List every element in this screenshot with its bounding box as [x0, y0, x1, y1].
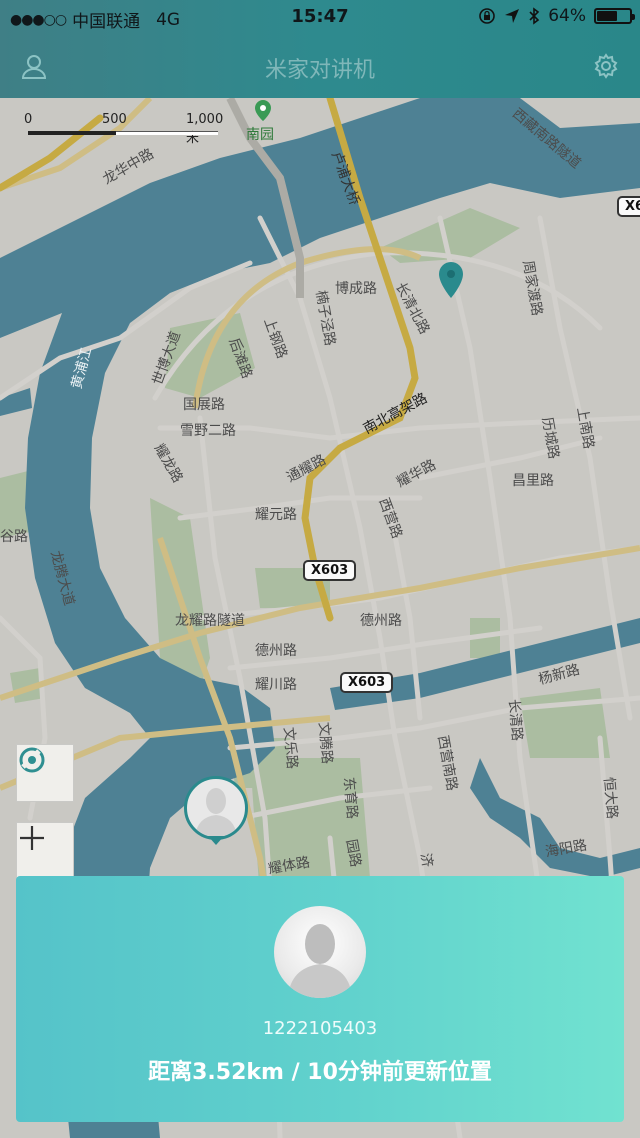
label-dongyu-lu: 东育路: [340, 776, 360, 820]
park-pin-icon: [255, 100, 271, 121]
label-longyao-suidao: 龙耀路隧道: [175, 613, 245, 629]
locate-icon: [19, 747, 45, 773]
avatar-placeholder-icon: [288, 924, 352, 998]
scale-end: 1,000 米: [186, 112, 224, 146]
distance-status: 距离3.52km / 10分钟前更新位置: [148, 1060, 492, 1085]
label-dezhou-lu-east: 德州路: [360, 613, 402, 629]
label-changqing-lu: 长清路: [505, 698, 525, 742]
label-nanyuan: 南园: [246, 127, 274, 143]
battery-icon: [594, 8, 635, 24]
label-guozhan-lu: 国展路: [183, 397, 225, 413]
route-shield: X6: [617, 196, 640, 217]
member-info-card[interactable]: 1222105403 距离3.52km / 10分钟前更新位置: [16, 876, 624, 1122]
marker-pointer: [208, 836, 224, 845]
avatar: [274, 906, 366, 998]
label-yaoyuan-lu: 耀元路: [255, 507, 297, 523]
label-wenteng-lu: 文腾路: [315, 721, 335, 765]
label-gu-lu: 谷路: [0, 529, 28, 545]
gear-icon: [594, 53, 618, 79]
user-location-marker[interactable]: [184, 776, 248, 840]
member-phone: 1222105403: [262, 1018, 378, 1039]
plus-icon: [20, 826, 44, 850]
bluetooth-icon: [529, 7, 540, 25]
rotation-lock-icon: [479, 8, 496, 24]
label-bocheng-lu: 博成路: [335, 281, 377, 297]
label-yaochuan-lu: 耀川路: [255, 677, 297, 693]
label-hengda-lu: 恒大路: [600, 776, 620, 820]
avatar-placeholder-icon: [195, 788, 237, 837]
status-bar: ●●●○○ 中国联通 4G 15:47 64%: [0, 0, 640, 34]
scale-zero: 0: [24, 112, 33, 127]
label-changli-lu: 昌里路: [512, 473, 554, 489]
nav-bar: 米家对讲机: [0, 34, 640, 98]
label-xueye-erlu: 雪野二路: [180, 423, 236, 439]
route-shield: X603: [340, 672, 394, 693]
battery-percent: 64%: [548, 6, 586, 26]
label-wenle-lu: 文乐路: [280, 726, 300, 770]
settings-button[interactable]: [592, 52, 620, 80]
route-shield: X603: [303, 560, 357, 581]
page-title: 米家对讲机: [264, 58, 375, 83]
label-dezhou-lu-west: 德州路: [255, 643, 297, 659]
scale-mid: 500: [102, 112, 127, 127]
location-arrow-icon: [505, 9, 520, 23]
zoom-in-button[interactable]: [16, 822, 74, 880]
location-pin-icon[interactable]: [438, 262, 464, 300]
locate-button[interactable]: [16, 744, 74, 802]
top-bar: ●●●○○ 中国联通 4G 15:47 64% 米家对讲机: [0, 0, 640, 98]
